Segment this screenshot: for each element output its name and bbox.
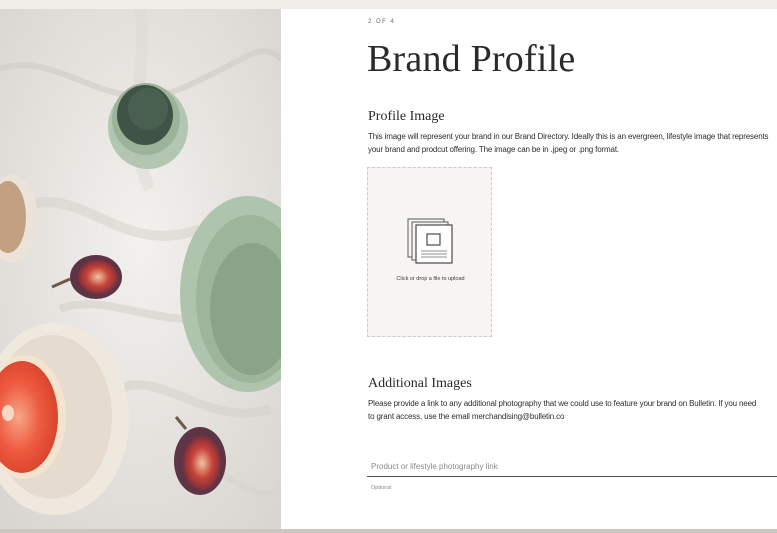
bottom-band xyxy=(0,529,777,533)
profile-image-heading: Profile Image xyxy=(368,109,445,124)
profile-image-description: This image will represent your brand in … xyxy=(368,132,769,154)
additional-images-heading: Additional Images xyxy=(368,376,472,391)
top-band xyxy=(0,0,777,9)
profile-image-dropzone[interactable]: Click or drop a file to upload xyxy=(367,167,492,337)
form-panel: 2 OF 4 Brand Profile Profile Image This … xyxy=(281,9,777,529)
photography-link-input[interactable] xyxy=(367,457,777,477)
lifestyle-photo xyxy=(0,9,281,529)
optional-hint: Optional xyxy=(371,485,392,491)
additional-images-description: Please provide a link to any additional … xyxy=(368,399,757,421)
step-indicator: 2 OF 4 xyxy=(368,19,396,25)
dropzone-label: Click or drop a file to upload xyxy=(396,276,465,282)
image-stack-icon xyxy=(406,217,454,272)
page-title: Brand Profile xyxy=(367,38,576,80)
